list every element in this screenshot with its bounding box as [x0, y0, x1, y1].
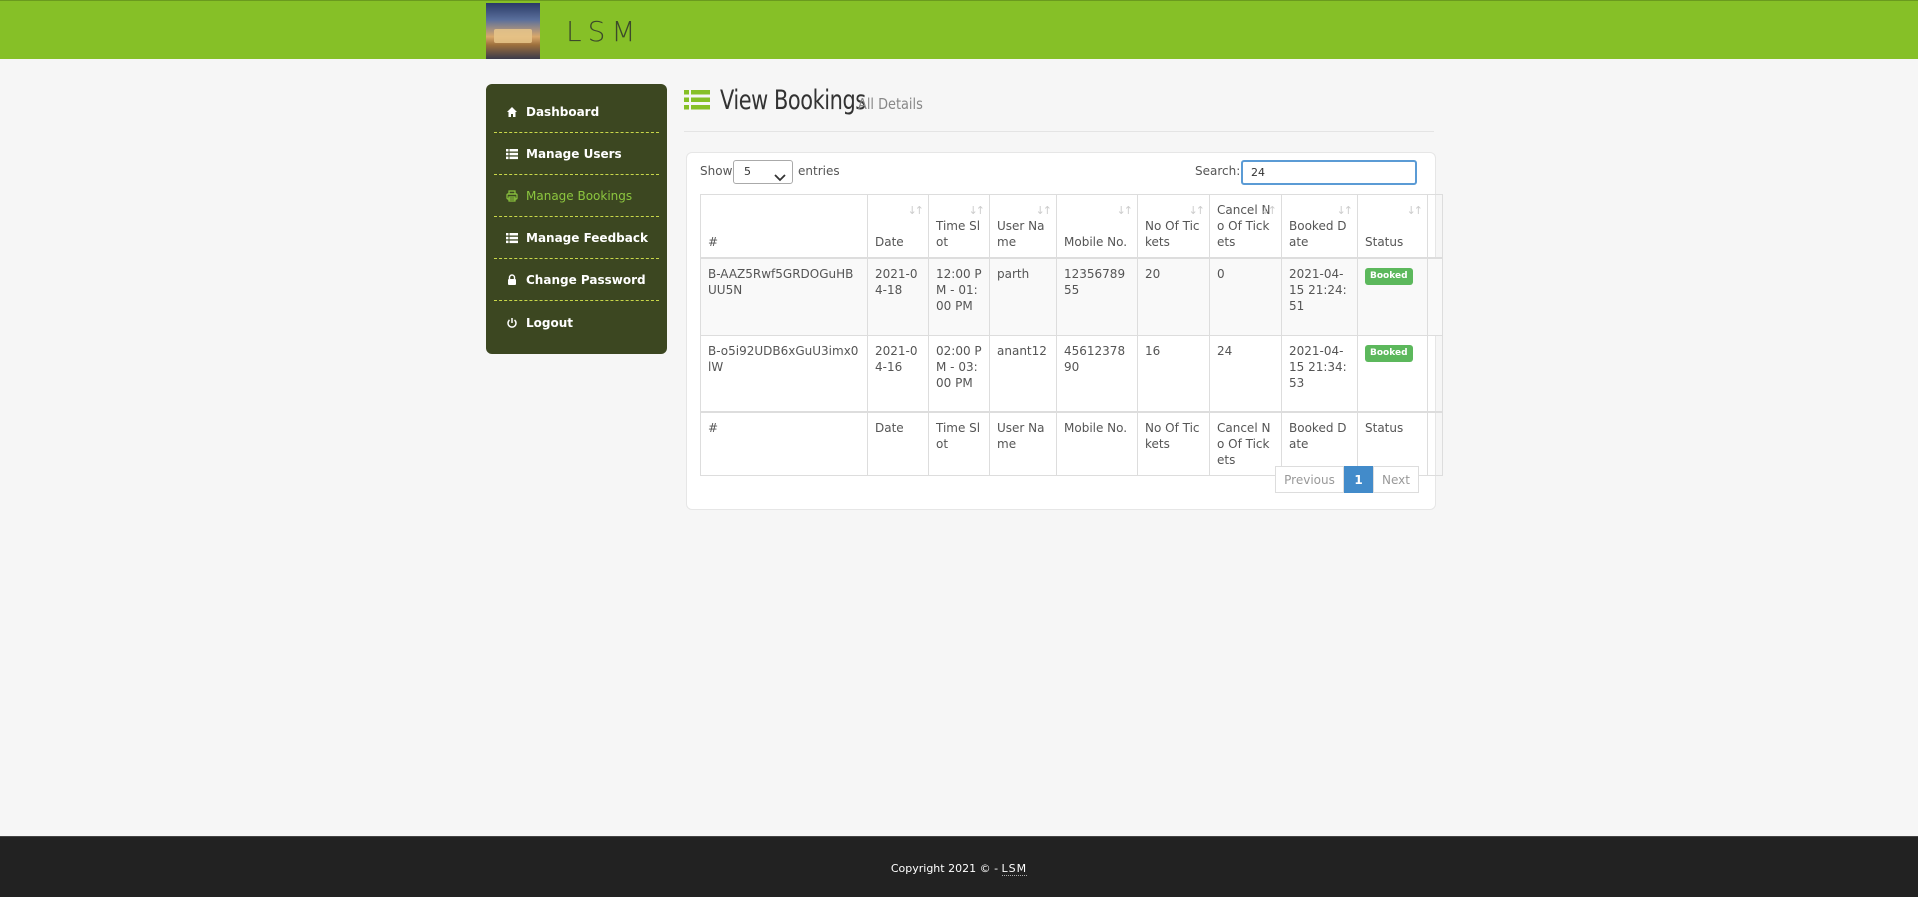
- bookings-table: # ↓↑ Date ↓↑ Time Slot ↓↑ User Name ↓↑ Mobil…: [700, 194, 1443, 476]
- cell-mobile: 4561237890: [1056, 334, 1138, 413]
- table-row: B-AAZ5Rwf5GRDOGuHBUU5N 2021-04-18 12:00 …: [700, 257, 1443, 336]
- copyright-label: Copyright 2021 © -: [890, 862, 1002, 875]
- scroll-gutter: [1427, 334, 1443, 413]
- sort-icon: ↓↑: [1260, 204, 1278, 217]
- footer-brand-link[interactable]: LSM: [1001, 862, 1028, 876]
- next-page-button[interactable]: Next: [1373, 466, 1419, 493]
- column-header-date[interactable]: ↓↑ Date: [867, 194, 929, 259]
- chevron-down-icon: [774, 168, 786, 190]
- search-input[interactable]: 24: [1241, 160, 1417, 185]
- footer-header-id: #: [700, 411, 868, 476]
- sidebar-item-logout[interactable]: Logout: [494, 302, 659, 343]
- cell-date: 2021-04-18: [867, 257, 929, 336]
- brand-title[interactable]: LSM: [566, 15, 642, 48]
- footer-header-time-slot: Time Slot: [928, 411, 990, 476]
- home-icon: [506, 106, 518, 118]
- table-row: B-o5i92UDB6xGuU3imx0lW 2021-04-16 02:00 …: [700, 334, 1443, 413]
- list-icon: [506, 232, 518, 244]
- entries-select[interactable]: 5: [733, 160, 793, 184]
- column-header-status[interactable]: ↓↑ Status: [1357, 194, 1428, 259]
- column-header-user-name[interactable]: ↓↑ User Name: [989, 194, 1057, 259]
- power-icon: [506, 317, 518, 329]
- cell-cancel-tickets: 24: [1209, 334, 1282, 413]
- page-header: View Bookings: [684, 83, 1434, 132]
- sort-icon: ↓↑: [1116, 204, 1134, 217]
- status-badge: Booked: [1365, 344, 1413, 362]
- sort-icon: ↓↑: [1406, 204, 1424, 217]
- show-label: Show: [700, 164, 733, 178]
- entries-value: 5: [744, 165, 751, 178]
- cell-tickets: 20: [1137, 257, 1210, 336]
- page-subtitle: All Details: [858, 95, 923, 113]
- scroll-gutter: [1427, 194, 1443, 259]
- column-header-booked-date[interactable]: ↓↑ Booked Date: [1281, 194, 1358, 259]
- list-icon: [506, 148, 518, 160]
- sort-icon: ↓↑: [1336, 204, 1354, 217]
- sidebar-item-change-password[interactable]: Change Password: [494, 260, 659, 301]
- column-header-time-slot[interactable]: ↓↑ Time Slot: [928, 194, 990, 259]
- cell-user-name: parth: [989, 257, 1057, 336]
- footer-header-cancel-tickets: Cancel No Of Tickets: [1209, 411, 1282, 476]
- cell-id: B-o5i92UDB6xGuU3imx0lW: [700, 334, 868, 413]
- scroll-gutter: [1427, 257, 1443, 336]
- footer-header-date: Date: [867, 411, 929, 476]
- cell-tickets: 16: [1137, 334, 1210, 413]
- sidebar-nav: Dashboard Manage Users Manage Bookings M…: [486, 84, 667, 354]
- cell-cancel-tickets: 0: [1209, 257, 1282, 336]
- sidebar-item-label: Dashboard: [526, 105, 600, 119]
- column-header-mobile[interactable]: ↓↑ Mobile No.: [1056, 194, 1138, 259]
- cell-status: Booked: [1357, 257, 1428, 336]
- previous-page-button[interactable]: Previous: [1275, 466, 1344, 493]
- sort-icon: ↓↑: [1188, 204, 1206, 217]
- sort-icon: ↓↑: [968, 204, 986, 217]
- sidebar-item-label: Change Password: [526, 273, 646, 287]
- lock-icon: [506, 274, 518, 286]
- sort-icon: ↓↑: [907, 204, 925, 217]
- print-icon: [506, 190, 518, 202]
- sidebar-item-label: Manage Bookings: [526, 189, 633, 203]
- sidebar-item-manage-bookings[interactable]: Manage Bookings: [494, 176, 659, 217]
- footer-header-mobile: Mobile No.: [1056, 411, 1138, 476]
- pagination: Previous 1 Next: [1275, 466, 1419, 493]
- status-badge: Booked: [1365, 268, 1413, 285]
- sidebar-item-dashboard[interactable]: Dashboard: [494, 92, 659, 133]
- copyright-text: Copyright 2021 © - LSM: [0, 862, 1918, 876]
- cell-id: B-AAZ5Rwf5GRDOGuHBUU5N: [700, 257, 868, 336]
- page-title: View Bookings: [720, 85, 866, 116]
- footer-header-tickets: No Of Tickets: [1137, 411, 1210, 476]
- sidebar-item-label: Manage Users: [526, 147, 622, 161]
- footer-header-user-name: User Name: [989, 411, 1057, 476]
- logo-image[interactable]: [486, 3, 540, 59]
- cell-date: 2021-04-16: [867, 334, 929, 413]
- cell-time-slot: 12:00 PM - 01:00 PM: [928, 257, 990, 336]
- cell-user-name: anant12: [989, 334, 1057, 413]
- list-icon: [684, 89, 710, 111]
- sidebar-item-label: Manage Feedback: [526, 231, 648, 245]
- sort-icon: ↓↑: [1035, 204, 1053, 217]
- sidebar-item-manage-feedback[interactable]: Manage Feedback: [494, 218, 659, 259]
- cell-mobile: 1235678955: [1056, 257, 1138, 336]
- cell-booked-date: 2021-04-15 21:34:53: [1281, 334, 1358, 413]
- entries-label: entries: [798, 164, 840, 178]
- cell-booked-date: 2021-04-15 21:24:51: [1281, 257, 1358, 336]
- page-footer: Copyright 2021 © - LSM: [0, 836, 1918, 897]
- column-header-tickets[interactable]: ↓↑ No Of Tickets: [1137, 194, 1210, 259]
- page-1-button[interactable]: 1: [1344, 466, 1373, 493]
- sidebar-item-manage-users[interactable]: Manage Users: [494, 134, 659, 175]
- cell-time-slot: 02:00 PM - 03:00 PM: [928, 334, 990, 413]
- scroll-gutter: [1427, 411, 1443, 476]
- sidebar-item-label: Logout: [526, 315, 574, 330]
- column-header-cancel-tickets[interactable]: ↓↑ Cancel No Of Tickets: [1209, 194, 1282, 259]
- column-header-id[interactable]: #: [700, 194, 868, 259]
- top-header-bar: LSM: [0, 0, 1918, 59]
- cell-status: Booked: [1357, 334, 1428, 413]
- search-label: Search:: [1195, 164, 1241, 178]
